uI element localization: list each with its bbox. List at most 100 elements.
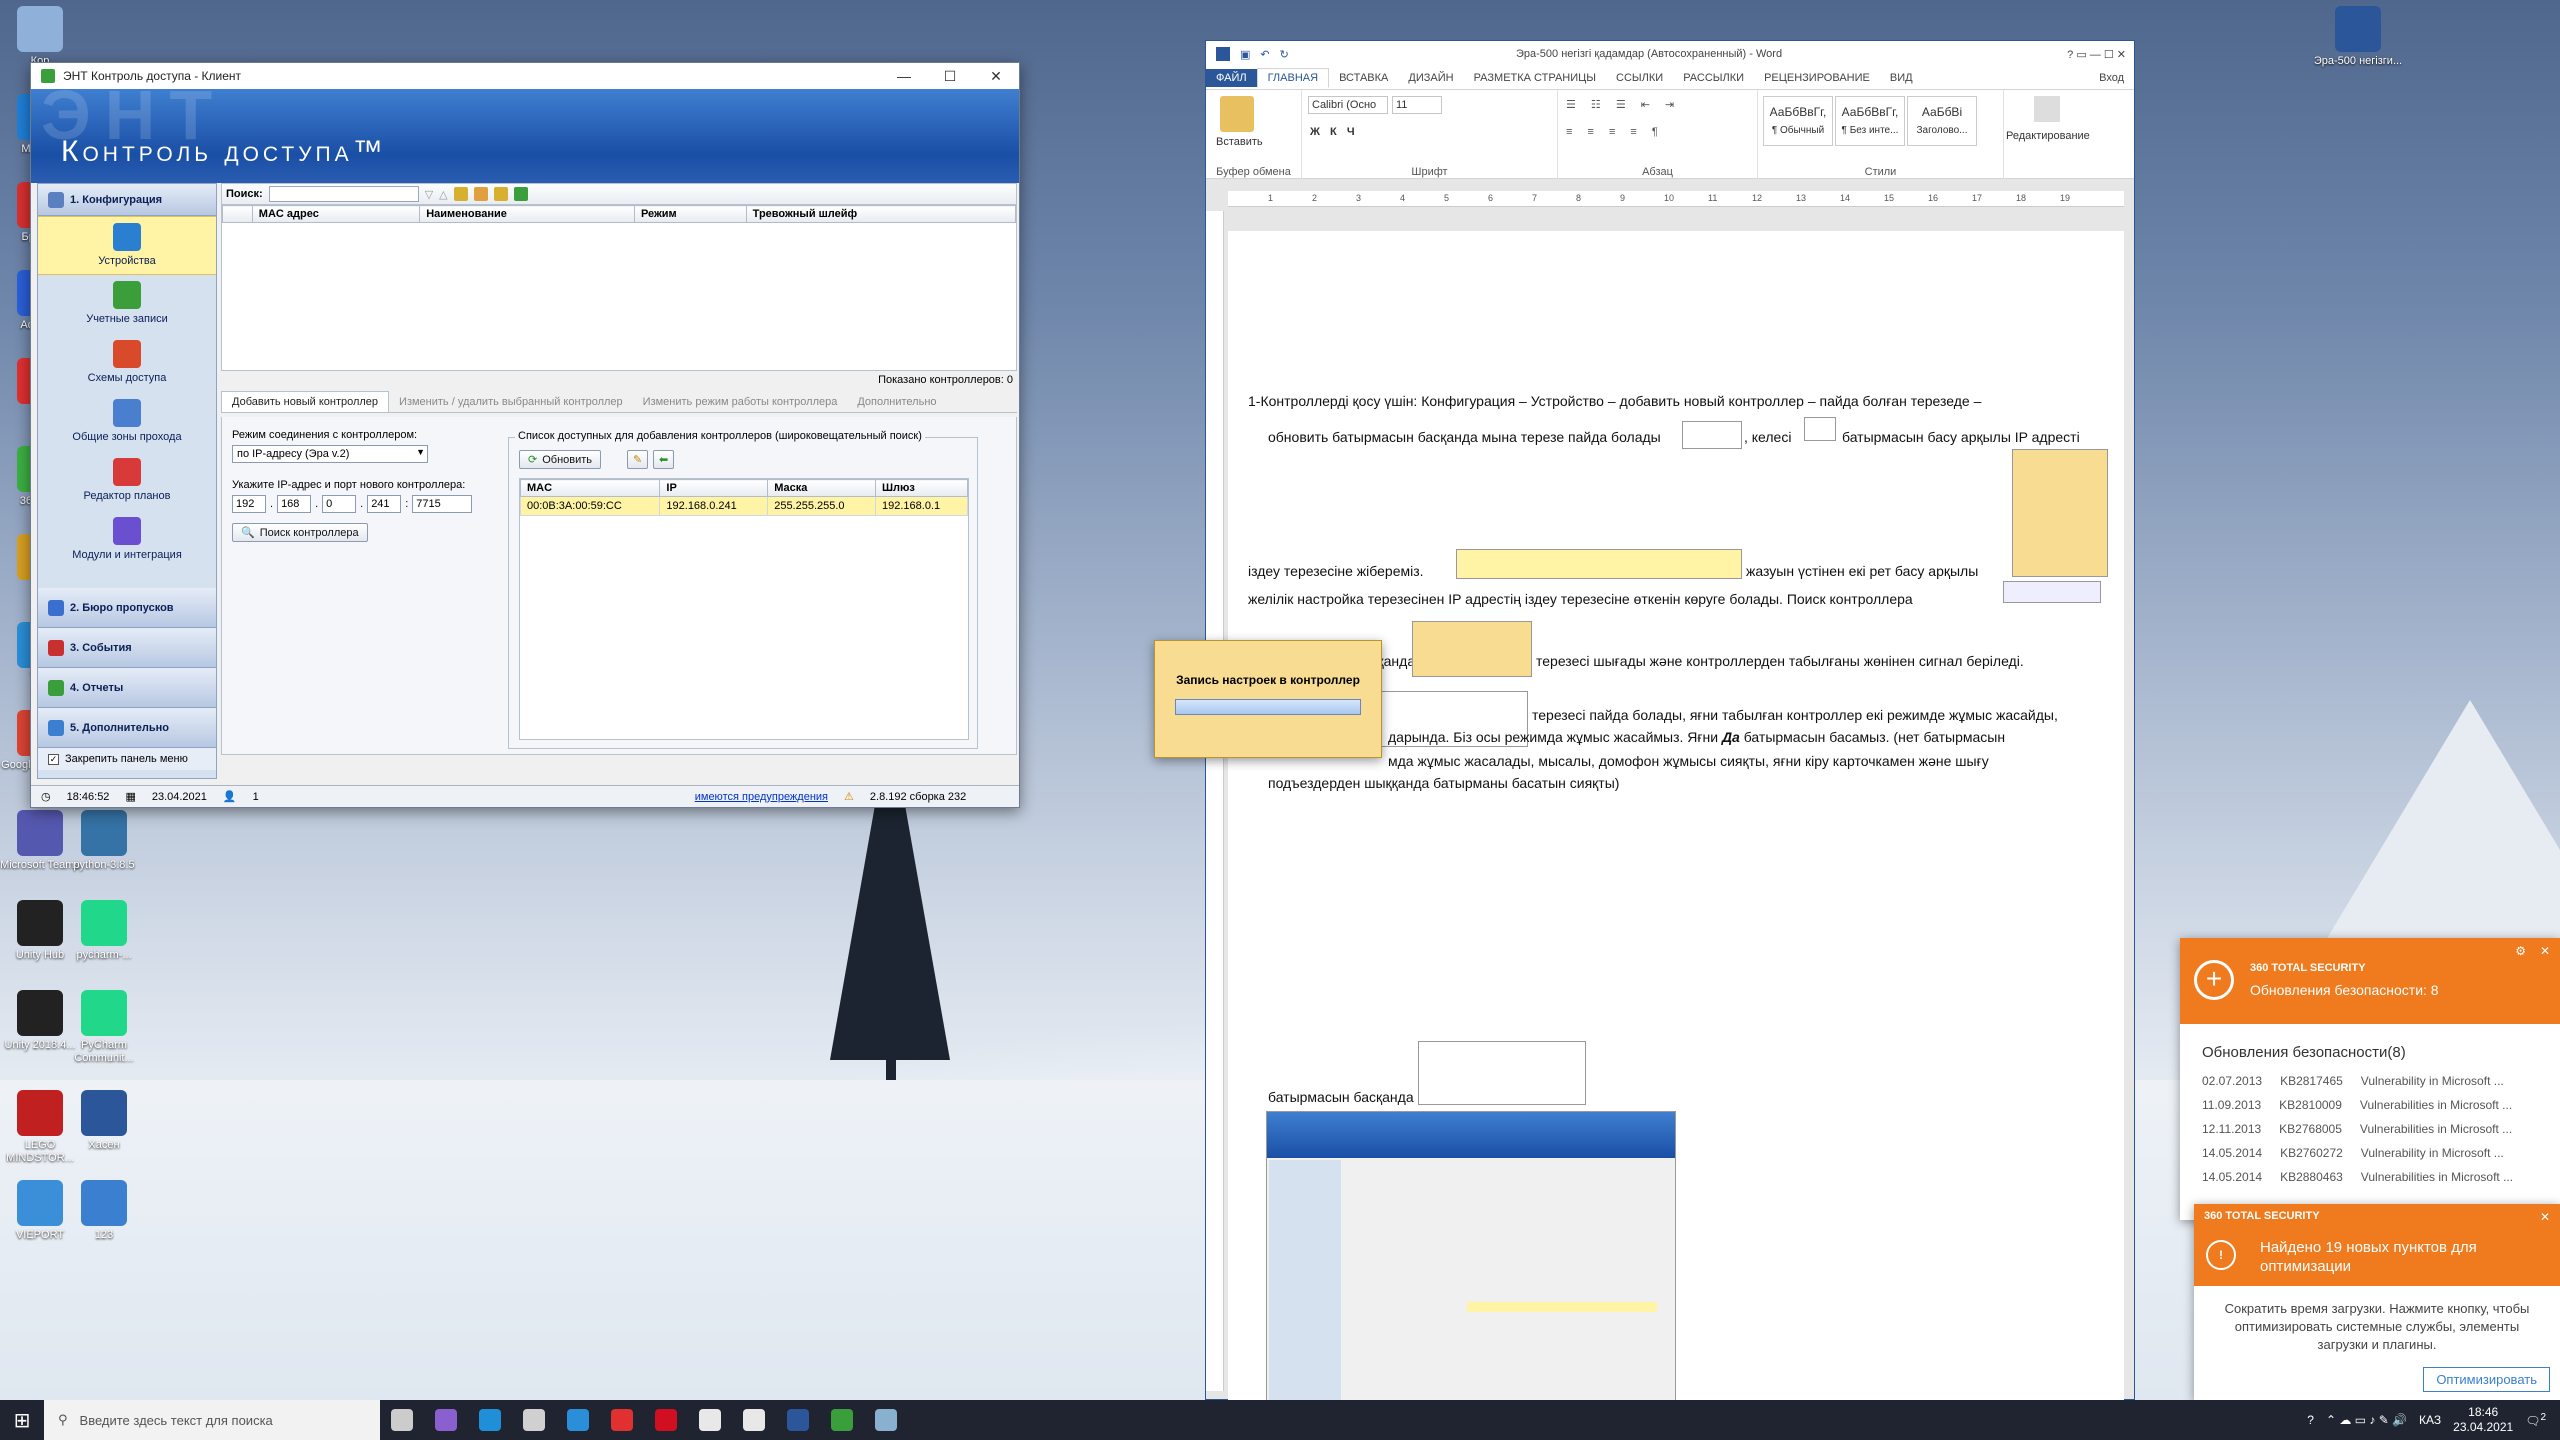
column-header[interactable]: MAC (519, 479, 661, 497)
undo-icon[interactable]: ↶ (1260, 48, 1269, 61)
column-header[interactable]: Наименование (419, 205, 635, 223)
taskbar-app-ent[interactable] (820, 1400, 864, 1440)
font-size-box[interactable]: 11 (1392, 96, 1442, 114)
notifications-icon[interactable]: 🗨2 (2525, 1412, 2546, 1428)
maximize-icon[interactable]: ☐ (927, 68, 973, 85)
ribbon-tab[interactable]: ВСТАВКА (1329, 69, 1398, 87)
list-buttons[interactable]: ☰ ☷ ☰ ⇤ ⇥ (1566, 98, 1680, 111)
mode-select[interactable]: по IP-адресу (Эра v.2) ▼ (232, 445, 428, 463)
save-icon[interactable]: ▣ (1240, 48, 1250, 61)
desktop-icon[interactable]: Эра-500 негізги... (2312, 6, 2404, 68)
list-item[interactable]: 14.05.2014 KB2760272 Vulnerability in Micr… (2180, 1141, 2560, 1165)
format-buttons[interactable]: ЖКЧ (1310, 126, 1365, 138)
desktop-icon[interactable]: 123 (58, 1180, 150, 1242)
taskbar-app-cortana[interactable] (424, 1400, 468, 1440)
ribbon-tab[interactable]: ФАЙЛ (1206, 69, 1257, 87)
controllers-table[interactable]: MAC адрес Наименование Режим Тревожный шлей… (221, 205, 1017, 371)
ribbon-tab[interactable]: РАССЫЛКИ (1673, 69, 1754, 87)
section-header[interactable]: 4. Отчеты (38, 668, 216, 708)
ip-octet[interactable]: 168 (277, 495, 312, 513)
nav-item[interactable]: Модули и интеграция (38, 511, 216, 570)
list-item[interactable]: 12.11.2013 KB2768005 Vulnerabilities in Mi… (2180, 1117, 2560, 1141)
column-header[interactable] (222, 205, 253, 223)
search-input[interactable] (268, 186, 419, 202)
find-controller-button[interactable]: 🔍 Поиск контроллера (232, 523, 368, 542)
ip-input[interactable]: 192. 168. 0. 241:7715 (232, 495, 473, 513)
section-header[interactable]: 5. Дополнительно (38, 708, 216, 748)
start-button[interactable]: ⊞ (0, 1400, 44, 1440)
tab[interactable]: Добавить новый контроллер (221, 391, 390, 412)
nav-item[interactable]: Устройства (38, 216, 216, 275)
send-button[interactable]: ⬅ (653, 450, 675, 469)
ribbon-tab[interactable]: РАЗМЕТКА СТРАНИЦЫ (1464, 69, 1606, 87)
ribbon-tab[interactable]: ССЫЛКИ (1606, 69, 1673, 87)
tray-icons[interactable]: ⌃ ☁ ▭ ♪ ✎ 🔊 (2326, 1413, 2407, 1427)
style-item[interactable]: АаБбВвГг, ¶ Обычный (1763, 96, 1833, 146)
ent-titlebar[interactable]: ЭНТ Контроль доступа - Клиент — ☐ ✕ (31, 63, 1019, 89)
filter-up-icon[interactable]: △ (439, 188, 447, 201)
key-icon[interactable] (453, 187, 468, 201)
pin-checkbox[interactable]: ✓ (48, 753, 59, 765)
vertical-ruler[interactable] (1206, 211, 1224, 1391)
update-list[interactable]: 02.07.2013 KB2817465 Vulnerability in Micr… (2180, 1069, 2560, 1189)
taskbar-app-yandex-browser[interactable] (732, 1400, 776, 1440)
desktop-icon[interactable]: Хасен (58, 1090, 150, 1152)
minimize-icon[interactable]: — (881, 68, 927, 85)
word-window-controls[interactable]: ? ▭ — ☐ ✕ (2067, 48, 2126, 61)
tab[interactable]: Изменить / удалить выбранный контроллер (389, 392, 633, 412)
list-item[interactable]: 11.09.2013 KB2810009 Vulnerabilities in Mi… (2180, 1093, 2560, 1117)
close-icon[interactable]: ✕ (2540, 944, 2550, 958)
ribbon-tab[interactable]: ДИЗАЙН (1398, 69, 1463, 87)
taskbar-app-store[interactable] (512, 1400, 556, 1440)
optimize-notification[interactable]: 360 TOTAL SECURITY ! Найдено 19 новых пу… (2194, 1204, 2560, 1400)
port-input[interactable]: 7715 (412, 495, 473, 513)
section-config[interactable]: 1. Конфигурация (38, 184, 216, 216)
taskbar-app-files[interactable] (688, 1400, 732, 1440)
ip-octet[interactable]: 241 (367, 495, 402, 513)
found-table[interactable]: MAC IP Маска Шлюз 00:0B:3A:00:59:CC 192.168.… (519, 478, 969, 740)
optimize-button[interactable]: Оптимизировать (2423, 1367, 2550, 1392)
style-item[interactable]: АаБбВвГг, ¶ Без инте... (1835, 96, 1905, 146)
taskbar-app-task-view[interactable] (380, 1400, 424, 1440)
taskbar-app-mail[interactable] (556, 1400, 600, 1440)
taskbar-app-tool[interactable] (864, 1400, 908, 1440)
desktop-icon[interactable]: python-3.8.5 (58, 810, 150, 872)
taskbar-app-opera[interactable] (644, 1400, 688, 1440)
column-header[interactable]: Тревожный шлейф (745, 205, 1017, 223)
ribbon-tab[interactable]: ГЛАВНАЯ (1256, 68, 1330, 88)
login-link[interactable]: Вход (2089, 69, 2134, 87)
nav-item[interactable]: Общие зоны прохода (38, 393, 216, 452)
taskbar-app-word[interactable] (776, 1400, 820, 1440)
warnings-link[interactable]: имеются предупреждения (695, 791, 828, 803)
redo-icon[interactable]: ↻ (1280, 48, 1289, 61)
taskbar-app-yandex[interactable] (600, 1400, 644, 1440)
ribbon-tab[interactable]: РЕЦЕНЗИРОВАНИЕ (1754, 69, 1880, 87)
paste-icon[interactable] (1220, 96, 1254, 132)
ip-octet[interactable]: 192 (232, 495, 266, 513)
folder-icon[interactable] (473, 187, 488, 201)
font-name-box[interactable]: Calibri (Осно (1308, 96, 1388, 114)
column-header[interactable]: Шлюз (875, 479, 968, 497)
document-page[interactable]: 1-Контроллерді қосу үшін: Конфигурация –… (1228, 231, 2124, 1431)
security-notification[interactable]: + 360 TOTAL SECURITY Обновления безопасн… (2180, 938, 2560, 1220)
taskbar-search[interactable]: ⚲ Введите здесь текст для поиска (44, 1400, 380, 1440)
section-header[interactable]: 2. Бюро пропусков (38, 588, 216, 628)
desktop-icon[interactable]: Кор (0, 6, 86, 68)
clock[interactable]: 18:46 23.04.2021 (2453, 1405, 2513, 1435)
language-indicator[interactable]: КАЗ (2419, 1413, 2441, 1427)
tab[interactable]: Изменить режим работы контроллера (633, 392, 848, 412)
help-icon[interactable]: ? (2307, 1413, 2314, 1427)
column-header[interactable]: MAC адрес (251, 205, 421, 223)
close-icon[interactable]: ✕ (973, 68, 1019, 85)
lock-icon[interactable] (493, 187, 508, 201)
binoculars-icon[interactable] (2034, 96, 2060, 122)
column-header[interactable]: IP (659, 479, 769, 497)
align-buttons[interactable]: ≡ ≡ ≡ ≡ ¶ (1566, 126, 1664, 138)
nav-item[interactable]: Учетные записи (38, 275, 216, 334)
column-header[interactable]: Маска (767, 479, 876, 497)
refresh-button[interactable]: ⟳ Обновить (519, 450, 602, 469)
table-row[interactable]: 00:0B:3A:00:59:CC 192.168.0.241 255.255.25… (519, 496, 968, 516)
section-header[interactable]: 3. События (38, 628, 216, 668)
desktop-icon[interactable]: pycharm-... (58, 900, 150, 962)
settings-icon[interactable]: ⚙ (2515, 944, 2526, 958)
